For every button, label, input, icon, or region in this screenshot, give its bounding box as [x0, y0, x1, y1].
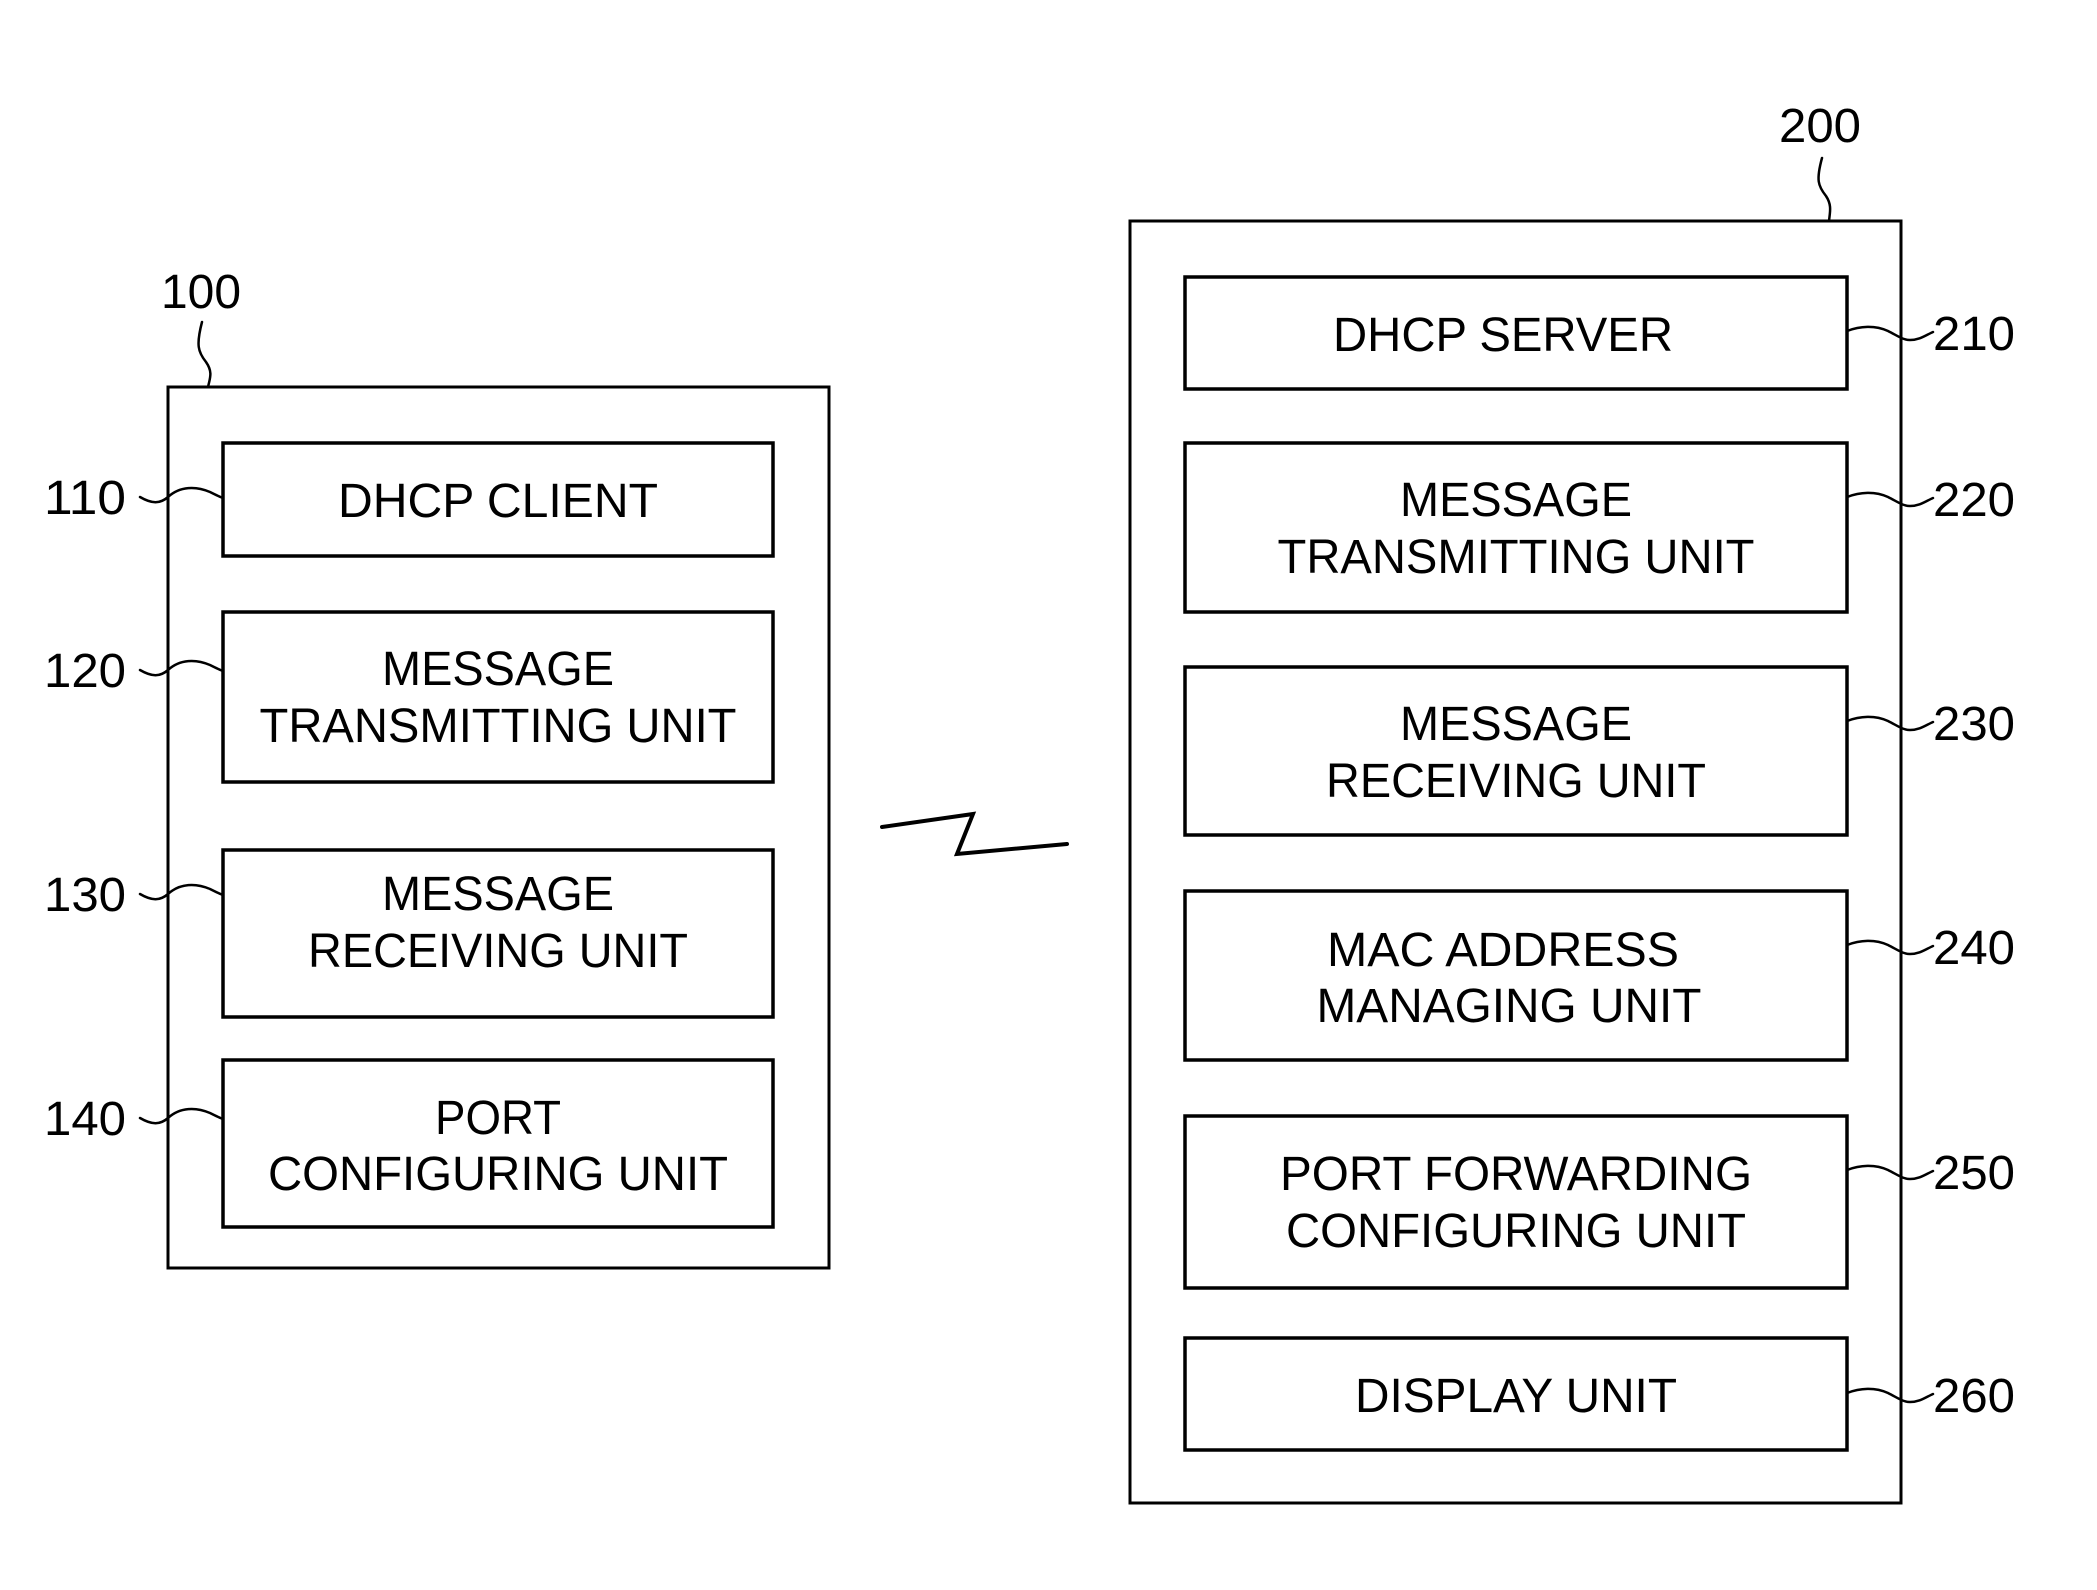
- unit-port-forwarding-configuring: PORT FORWARDING CONFIGURING UNIT 250: [1183, 1114, 2015, 1290]
- ref-label-210: 210: [1933, 308, 2015, 361]
- ref-label-260: 260: [1933, 1370, 2015, 1423]
- leader-line-110: [138, 486, 225, 504]
- leader-line-230: [1845, 715, 1935, 732]
- client-device-100: 100 110 DHCP CLIENT 120 MESSAGE TRANSMIT…: [44, 266, 831, 1270]
- unit-label-line-1: MESSAGE: [1400, 474, 1632, 527]
- leader-line-140: [138, 1107, 225, 1125]
- unit-message-transmitting-server: MESSAGE TRANSMITTING UNIT 220: [1183, 441, 2015, 614]
- unit-label-line-1: MESSAGE: [382, 643, 614, 696]
- leader-line-100: [197, 320, 212, 389]
- unit-mac-address-managing: MAC ADDRESS MANAGING UNIT 240: [1183, 889, 2015, 1062]
- server-device-200: 200 DHCP SERVER 210 MESSAGE TRANSMITTING…: [1128, 100, 2015, 1505]
- unit-label-line-1: DHCP SERVER: [1333, 309, 1673, 362]
- unit-box-220: [1183, 441, 1849, 614]
- ref-label-120: 120: [44, 645, 126, 698]
- ref-label-110: 110: [44, 472, 126, 525]
- ref-label-100: 100: [161, 266, 241, 319]
- unit-box-120: [221, 610, 775, 784]
- wireless-link-bolt-icon: [880, 811, 1069, 857]
- ref-label-220: 220: [1933, 474, 2015, 527]
- unit-label-line-2: TRANSMITTING UNIT: [260, 700, 737, 753]
- unit-box-250: [1183, 1114, 1849, 1290]
- unit-dhcp-client: 110 DHCP CLIENT: [44, 441, 775, 558]
- ref-label-140: 140: [44, 1093, 126, 1146]
- leader-line-220: [1845, 491, 1935, 508]
- server-device-frame: [1128, 219, 1903, 1505]
- unit-label-line-1: PORT FORWARDING: [1280, 1148, 1752, 1201]
- unit-label-line-1: MAC ADDRESS: [1327, 924, 1679, 977]
- leader-line-240: [1845, 939, 1935, 956]
- unit-message-transmitting-client: 120 MESSAGE TRANSMITTING UNIT: [44, 610, 775, 784]
- unit-label-line-2: CONFIGURING UNIT: [1286, 1205, 1746, 1258]
- unit-label-line-2: TRANSMITTING UNIT: [1278, 531, 1755, 584]
- leader-line-130: [138, 883, 225, 901]
- unit-label-line-2: MANAGING UNIT: [1317, 980, 1702, 1033]
- ref-label-240: 240: [1933, 922, 2015, 975]
- unit-label-line-2: RECEIVING UNIT: [1326, 755, 1706, 808]
- unit-port-configuring: 140 PORT CONFIGURING UNIT: [44, 1058, 775, 1229]
- ref-label-250: 250: [1933, 1147, 2015, 1200]
- unit-dhcp-server: DHCP SERVER 210: [1183, 275, 2015, 391]
- unit-message-receiving-client: 130 MESSAGE RECEIVING UNIT: [44, 848, 775, 1019]
- unit-label-line-2: CONFIGURING UNIT: [268, 1148, 728, 1201]
- unit-label-line-1: PORT: [435, 1092, 561, 1145]
- unit-label-line-2: RECEIVING UNIT: [308, 925, 688, 978]
- unit-message-receiving-server: MESSAGE RECEIVING UNIT 230: [1183, 665, 2015, 837]
- ref-label-130: 130: [44, 869, 126, 922]
- unit-display: DISPLAY UNIT 260: [1183, 1336, 2015, 1452]
- leader-line-200: [1817, 156, 1832, 223]
- leader-line-120: [138, 659, 225, 677]
- unit-label-line-1: DHCP CLIENT: [338, 475, 658, 528]
- unit-label-line-1: MESSAGE: [382, 868, 614, 921]
- leader-line-260: [1845, 1387, 1935, 1404]
- ref-label-230: 230: [1933, 698, 2015, 751]
- ref-label-200: 200: [1779, 100, 1861, 153]
- leader-line-210: [1845, 325, 1935, 342]
- unit-box-230: [1183, 665, 1849, 837]
- unit-label-line-1: MESSAGE: [1400, 698, 1632, 751]
- leader-line-250: [1845, 1164, 1935, 1181]
- unit-label-line-1: DISPLAY UNIT: [1355, 1370, 1677, 1423]
- block-diagram: 100 110 DHCP CLIENT 120 MESSAGE TRANSMIT…: [44, 100, 2015, 1505]
